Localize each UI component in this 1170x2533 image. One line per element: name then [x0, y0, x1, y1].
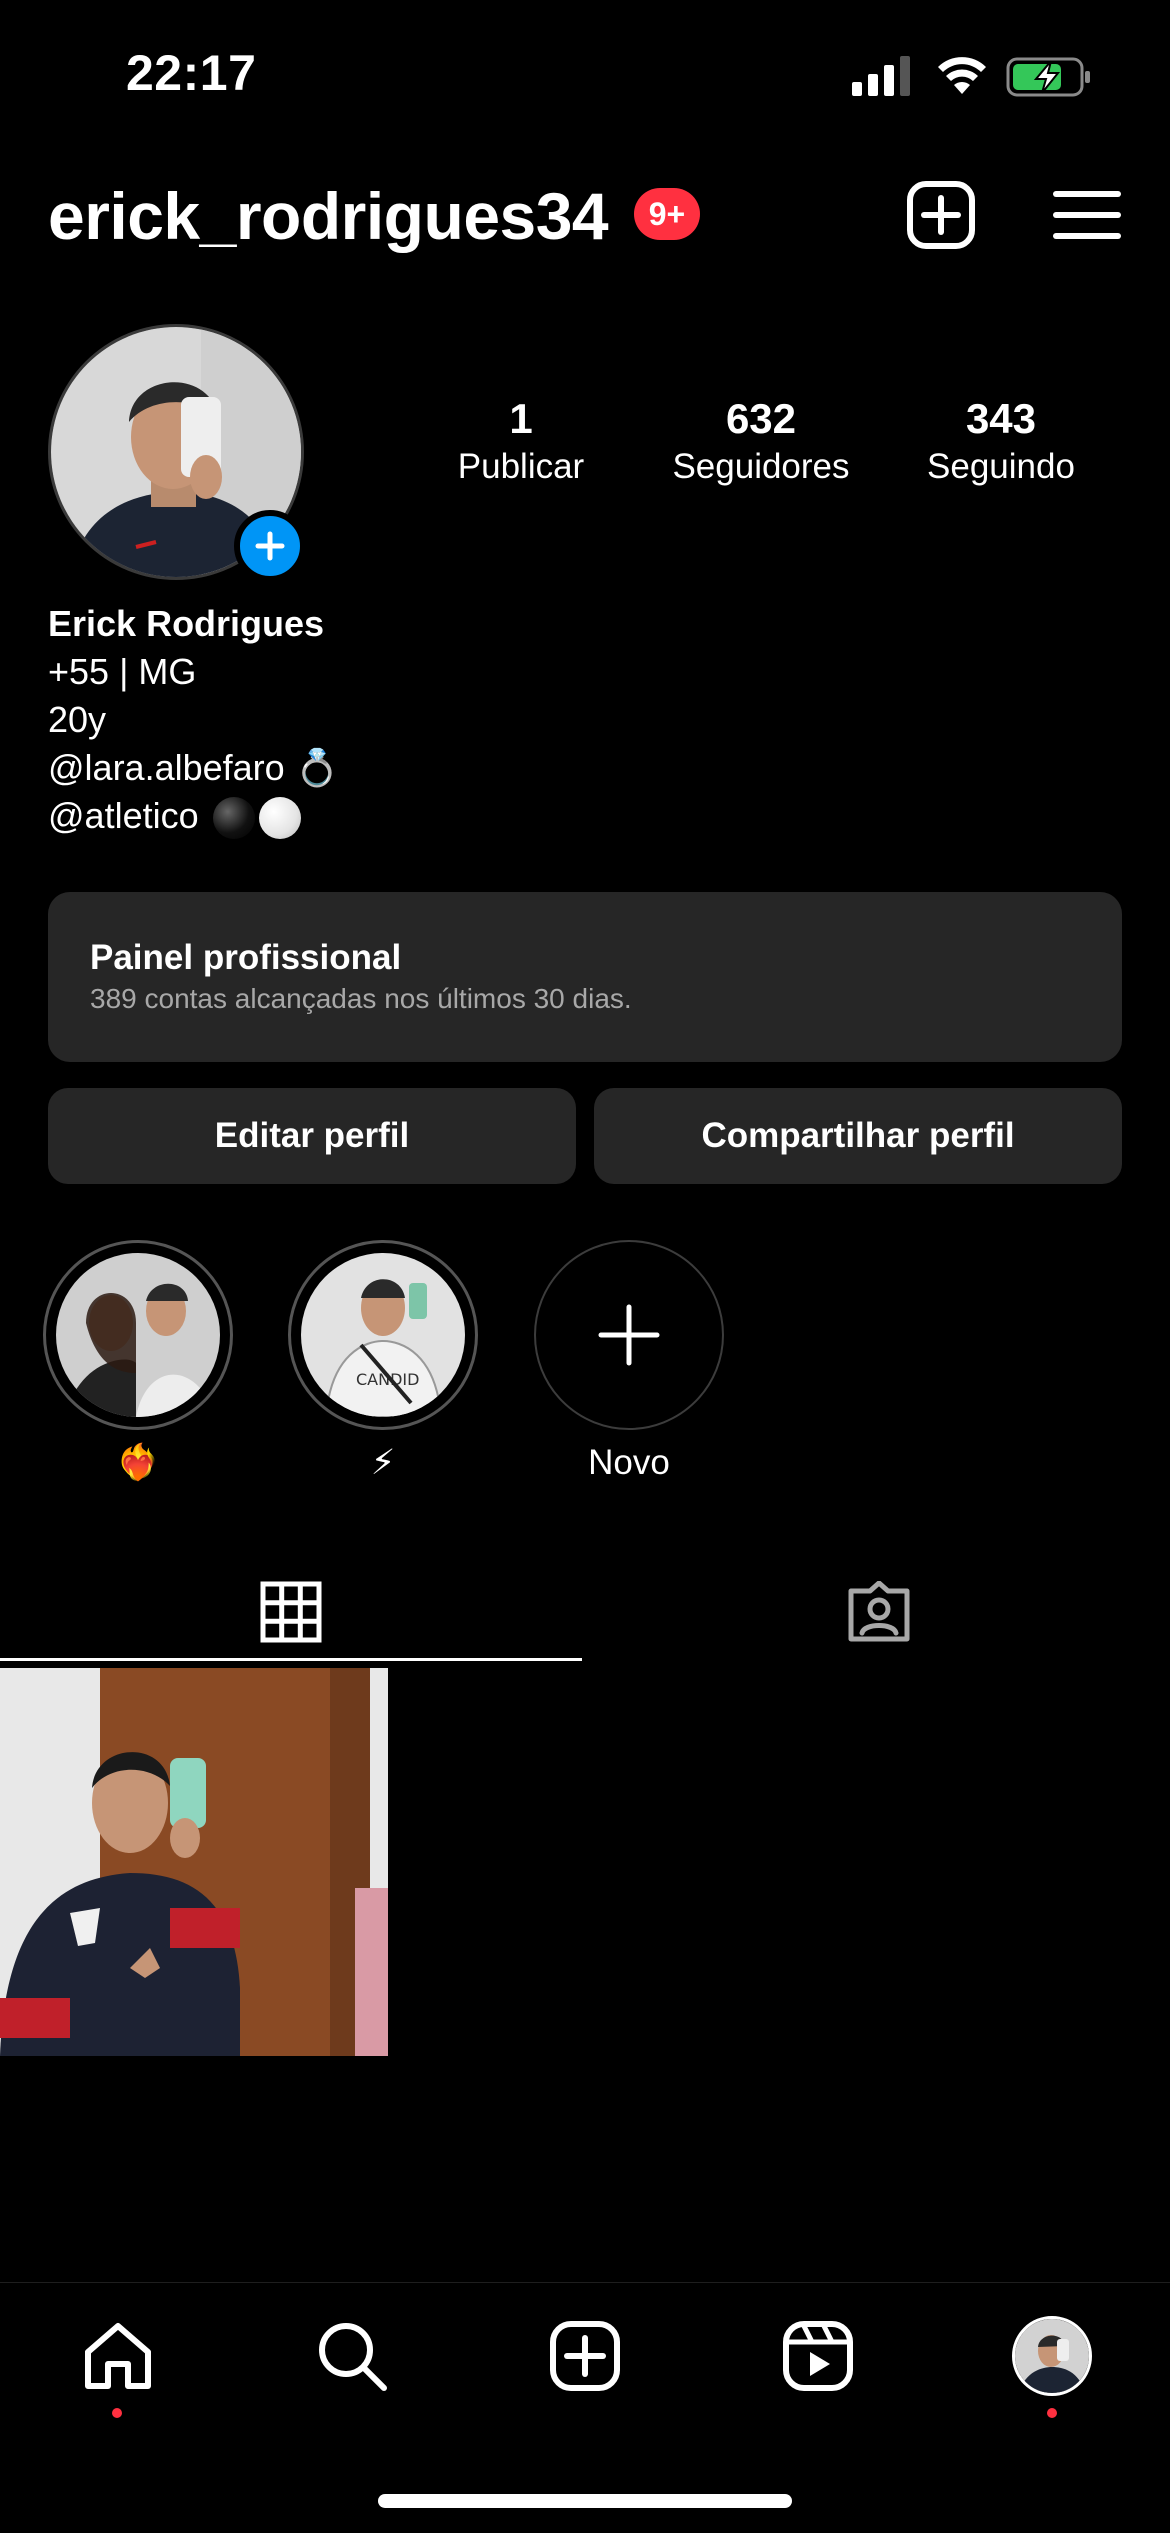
edit-profile-button[interactable]: Editar perfil	[48, 1088, 576, 1184]
profile-notification-dot	[1047, 2408, 1057, 2418]
dashboard-title: Painel profissional	[90, 938, 402, 977]
svg-text:CANDID: CANDID	[356, 1370, 419, 1389]
home-indicator	[378, 2494, 792, 2508]
highlight-item[interactable]: CANDID	[288, 1240, 478, 1430]
highlight-item[interactable]	[43, 1240, 233, 1430]
stat-label: Seguidores	[672, 447, 850, 486]
black-circle-emoji	[212, 797, 255, 840]
bio-mention-link[interactable]: @atletico	[48, 795, 199, 836]
highlight-label: Novo	[588, 1443, 670, 1482]
menu-icon[interactable]	[1052, 180, 1122, 250]
stat-label: Seguindo	[927, 447, 1075, 486]
bio-mention-link[interactable]: @lara.albefaro 💍	[48, 744, 340, 792]
wifi-icon	[938, 57, 986, 94]
tab-posts-grid[interactable]	[0, 1560, 582, 1664]
status-time: 22:17	[126, 45, 257, 101]
bio-line: +55 | MG	[48, 651, 197, 692]
create-icon[interactable]	[547, 2318, 623, 2394]
stat-value: 1	[509, 395, 533, 442]
bio-mention-row: @atletico	[48, 792, 340, 840]
professional-dashboard[interactable]: Painel profissional 389 contas alcançada…	[48, 892, 1122, 1062]
profile-username[interactable]: erick_rodrigues34	[48, 178, 609, 254]
battery-charging-icon	[1006, 57, 1090, 97]
notification-badge[interactable]: 9+	[634, 188, 700, 240]
share-profile-button[interactable]: Compartilhar perfil	[594, 1088, 1122, 1184]
dashboard-subtitle: 389 contas alcançadas nos últimos 30 dia…	[90, 983, 632, 1014]
highlight-label: ⚡	[370, 1443, 396, 1482]
post-thumbnail[interactable]	[0, 1668, 388, 2056]
plus-icon	[598, 1304, 660, 1366]
home-icon[interactable]	[80, 2318, 156, 2394]
home-notification-dot	[112, 2408, 122, 2418]
white-circle-emoji	[258, 797, 301, 840]
cellular-signal-icon	[852, 56, 910, 96]
grid-icon	[260, 1581, 322, 1643]
tab-tagged[interactable]	[588, 1560, 1170, 1664]
profile-bio: Erick Rodrigues +55 | MG 20y @lara.albef…	[48, 600, 340, 840]
plus-icon	[255, 531, 285, 561]
stat-value: 343	[965, 395, 1037, 442]
stat-following[interactable]: 343 Seguindo	[891, 394, 1111, 490]
create-icon[interactable]	[906, 180, 976, 250]
stat-value: 632	[725, 395, 797, 442]
stat-posts[interactable]: 1 Publicar	[411, 394, 631, 490]
bio-line: 20y	[48, 699, 107, 740]
highlight-label: ❤️‍🔥	[116, 1443, 160, 1482]
profile-display-name: Erick Rodrigues	[48, 603, 325, 644]
stat-label: Publicar	[457, 447, 585, 486]
new-highlight-button[interactable]	[534, 1240, 724, 1430]
active-tab-indicator	[0, 1658, 582, 1661]
add-story-button[interactable]	[234, 510, 306, 582]
profile-avatar[interactable]	[1012, 2316, 1092, 2396]
reels-icon[interactable]	[780, 2318, 856, 2394]
tagged-icon	[848, 1581, 910, 1642]
search-icon[interactable]	[314, 2318, 390, 2394]
stat-followers[interactable]: 632 Seguidores	[651, 394, 871, 490]
